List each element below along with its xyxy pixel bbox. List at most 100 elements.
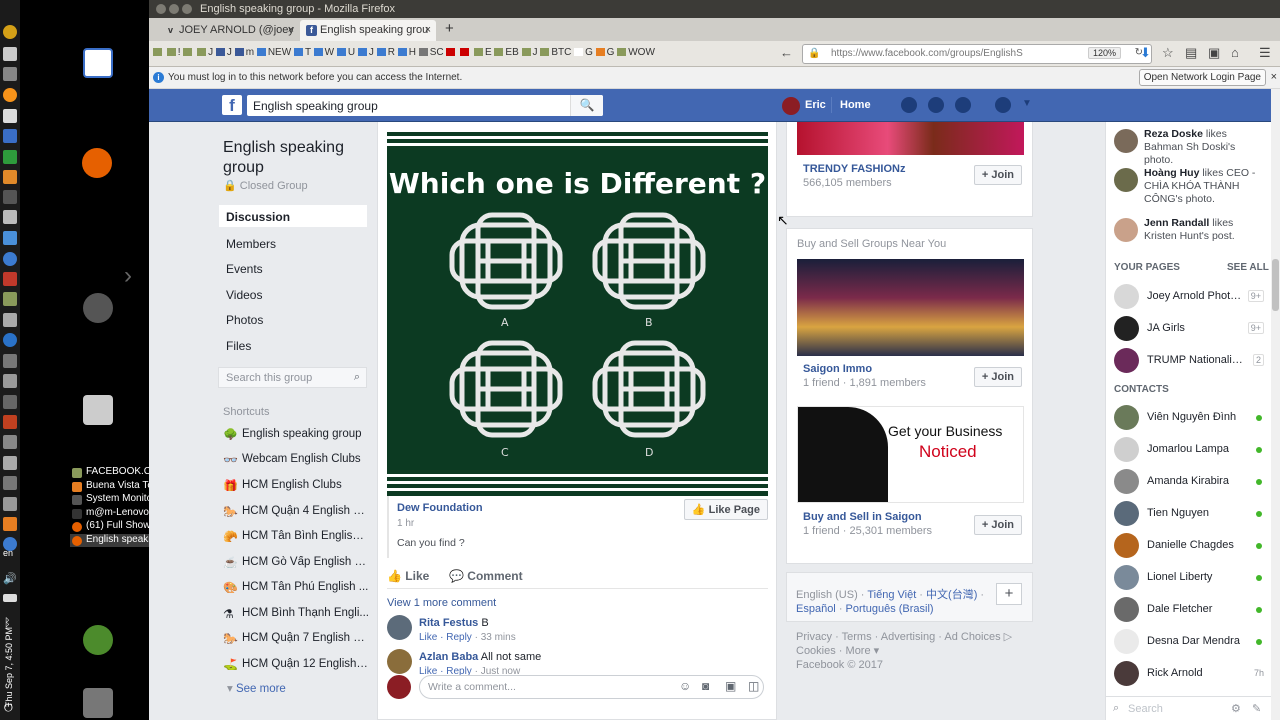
- app-icon[interactable]: [3, 150, 17, 164]
- group-name[interactable]: Saigon Immo: [803, 363, 872, 375]
- app-icon[interactable]: [3, 292, 17, 306]
- close-tab-icon[interactable]: ×: [425, 24, 431, 36]
- app-icon[interactable]: [3, 395, 17, 409]
- shortcut-item[interactable]: 🐎 HCM Quận 4 English Club: [223, 505, 369, 517]
- close-window-icon[interactable]: [156, 4, 166, 14]
- facebook-logo-icon[interactable]: f: [222, 95, 242, 115]
- bookmark[interactable]: [153, 47, 164, 58]
- group-name[interactable]: Buy and Sell in Saigon: [803, 511, 922, 523]
- bookmark[interactable]: SC: [418, 47, 444, 58]
- app-icon[interactable]: [3, 272, 17, 286]
- comment-actions[interactable]: Like · Reply: [419, 632, 472, 643]
- contact-item[interactable]: Jomarlou Lampa: [1114, 437, 1264, 463]
- close-icon[interactable]: ×: [1271, 71, 1277, 83]
- chevron-right-icon[interactable]: ›: [124, 262, 132, 290]
- nav-events[interactable]: Events: [219, 257, 367, 279]
- contact-item[interactable]: Dale Fletcher: [1114, 597, 1264, 623]
- friend-requests-icon[interactable]: [901, 97, 917, 113]
- app-icon[interactable]: [3, 415, 17, 429]
- extension-icon[interactable]: ▣: [1208, 45, 1220, 61]
- app-icon[interactable]: [3, 210, 17, 224]
- document-icon[interactable]: [83, 48, 113, 78]
- profile-link[interactable]: Eric: [805, 99, 826, 111]
- nav-files[interactable]: Files: [219, 334, 367, 356]
- comment-author[interactable]: Azlan Baba: [419, 651, 478, 663]
- join-button[interactable]: + Join: [973, 367, 1022, 387]
- app-icon[interactable]: [3, 476, 17, 490]
- notifications-icon[interactable]: [955, 97, 971, 113]
- bitcoin-icon[interactable]: [3, 88, 17, 102]
- tab-joey[interactable]: v JOEY ARNOLD (@joey ×: [159, 20, 299, 41]
- bookmark[interactable]: J: [521, 47, 538, 58]
- gif-icon[interactable]: ▣: [725, 679, 736, 693]
- sticker-icon[interactable]: ◫: [748, 679, 759, 693]
- ticker-item[interactable]: Reza Doske likes Bahman Sh Doski's photo…: [1114, 128, 1264, 167]
- bookmark[interactable]: U: [336, 47, 355, 58]
- nav-discussion[interactable]: Discussion: [219, 205, 367, 227]
- language-link[interactable]: Português (Brasil): [846, 603, 934, 615]
- bookmark[interactable]: [446, 47, 457, 58]
- avatar[interactable]: [387, 675, 411, 699]
- post-time[interactable]: 1 hr: [397, 518, 414, 529]
- app-icon[interactable]: [3, 231, 17, 245]
- avatar[interactable]: [387, 615, 412, 640]
- group-name[interactable]: English speaking group: [223, 138, 353, 178]
- like-button[interactable]: 👍 Like: [387, 569, 429, 583]
- bookmark[interactable]: R: [376, 47, 395, 58]
- page-name[interactable]: Dew Foundation: [397, 502, 483, 514]
- new-tab-icon[interactable]: +: [445, 20, 454, 37]
- bookmark[interactable]: EB: [494, 47, 519, 58]
- shortcut-item[interactable]: ☕ HCM Gò Vấp English Cl...: [223, 556, 369, 568]
- app-icon[interactable]: [3, 313, 17, 327]
- avatar[interactable]: [782, 97, 800, 115]
- page-item[interactable]: JA Girls 9+: [1114, 316, 1264, 342]
- tab-english-group[interactable]: f English speaking grou ×: [300, 20, 436, 41]
- app-icon[interactable]: [3, 456, 17, 470]
- contact-item[interactable]: Rick Arnold 7h: [1114, 661, 1264, 687]
- footer-link[interactable]: Cookies: [796, 645, 836, 657]
- shortcut-item[interactable]: 🌳 English speaking group: [223, 428, 369, 440]
- keyboard-lang[interactable]: en: [3, 548, 13, 558]
- nav-videos[interactable]: Videos: [219, 283, 367, 305]
- page-scrollbar[interactable]: [1271, 89, 1280, 720]
- shortcut-item[interactable]: 🎨 HCM Tân Phú English ...: [223, 581, 369, 593]
- join-button[interactable]: + Join: [973, 165, 1022, 185]
- app-icon[interactable]: [3, 354, 17, 368]
- shortcut-item[interactable]: 👓 Webcam English Clubs: [223, 453, 369, 465]
- bookmark[interactable]: m: [234, 47, 254, 58]
- group-cover-image[interactable]: Get your Business Noticed: [797, 406, 1024, 503]
- bookmark[interactable]: J: [357, 47, 374, 58]
- group-cover-image[interactable]: [797, 122, 1024, 155]
- account-dropdown-icon[interactable]: ▼: [1022, 98, 1032, 109]
- bookmark[interactable]: J: [197, 47, 213, 58]
- group-cover-image[interactable]: [797, 259, 1024, 356]
- see-more-link[interactable]: ▾ See more: [227, 681, 286, 695]
- firefox-icon[interactable]: [82, 148, 112, 178]
- more-languages-button[interactable]: +: [996, 583, 1022, 605]
- footer-link[interactable]: Privacy: [796, 631, 832, 643]
- volume-icon[interactable]: 🔊: [3, 572, 17, 585]
- messages-icon[interactable]: [928, 97, 944, 113]
- ubuntu-icon[interactable]: [83, 293, 113, 323]
- app-icon[interactable]: [3, 517, 17, 531]
- bookmark[interactable]: T: [293, 47, 311, 58]
- facebook-search-input[interactable]: English speaking group 🔍: [247, 95, 603, 116]
- group-name[interactable]: TRENDY FASHIONz: [803, 163, 905, 175]
- contact-item[interactable]: Viên Nguyễn Đình: [1114, 405, 1264, 431]
- footer-link[interactable]: Ad Choices: [944, 631, 1000, 643]
- app-icon[interactable]: [3, 109, 17, 123]
- app-icon[interactable]: [3, 170, 17, 184]
- home-icon[interactable]: ⌂: [1231, 45, 1239, 60]
- library-icon[interactable]: ▤: [1185, 45, 1197, 61]
- power-icon[interactable]: ⏻: [4, 702, 13, 715]
- bookmark-star-icon[interactable]: ☆: [1162, 45, 1174, 61]
- ticker-item[interactable]: Hoàng Huy likes CEO - CHÌA KHÓA THÀNH CÔ…: [1114, 167, 1264, 206]
- comment-author[interactable]: Rita Festus: [419, 617, 478, 629]
- battery-icon[interactable]: [3, 594, 17, 602]
- app-icon[interactable]: [3, 129, 17, 143]
- shortcut-item[interactable]: 🎁 HCM English Clubs: [223, 479, 369, 491]
- shortcut-item[interactable]: ⛳ HCM Quận 12 English ...: [223, 658, 369, 670]
- contact-item[interactable]: Lionel Liberty: [1114, 565, 1264, 591]
- scrollbar-thumb[interactable]: [1272, 259, 1279, 311]
- app-icon[interactable]: [3, 435, 17, 449]
